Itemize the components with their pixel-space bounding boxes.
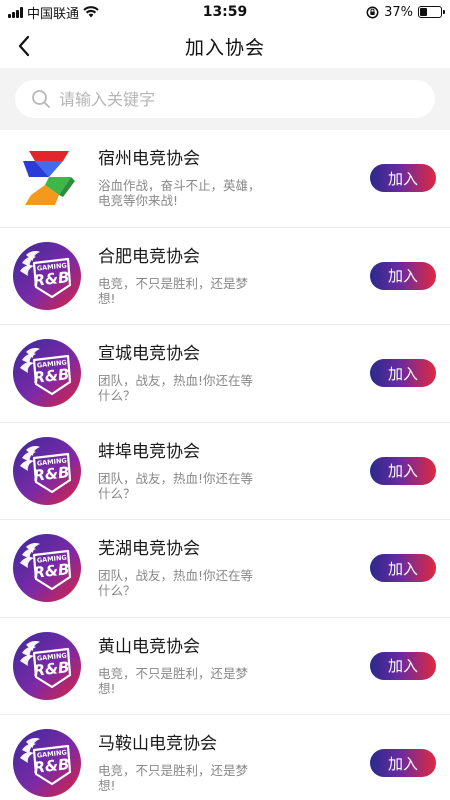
join-button[interactable]: 加入 [370,456,436,485]
association-name: 黄山电竞协会 [98,636,200,657]
carrier-label: 中国联通 [27,6,80,22]
rotation-lock-icon [366,6,379,18]
association-name: 宿州电竞协会 [98,149,200,170]
association-name: 合肥电竞协会 [98,246,200,267]
rb-gaming-logo-icon: GAMING R&B [12,728,82,798]
status-time: 13:59 [202,4,248,20]
chevron-left-icon [18,35,30,57]
svg-text:R&B: R&B [33,268,71,290]
svg-text:R&B: R&B [33,463,71,485]
join-button[interactable]: 加入 [370,651,436,680]
join-button[interactable]: 加入 [370,749,436,778]
list-item[interactable]: GAMING R&B 合肥电竞协会 电竞，不只是胜利，还是梦想! 加入 [0,228,450,325]
battery-icon [417,6,445,18]
navigation-bar: 加入协会 [0,24,450,68]
rb-gaming-logo-icon: GAMING R&B [12,241,82,311]
svg-text:R&B: R&B [33,560,71,582]
list-item[interactable]: GAMING R&B 芜湖电竞协会 团队，战友，热血!你还在等什么？ 加入 [0,520,450,618]
list-item[interactable]: GAMING R&B 黄山电竞协会 电竞，不只是胜利，还是梦想! 加入 [0,618,450,715]
join-button[interactable]: 加入 [370,261,436,290]
svg-text:R&B: R&B [33,365,71,387]
association-description: 电竞，不只是胜利，还是梦想! [98,665,249,696]
association-description: 浴血作战，奋斗不止，英雄，电竞等你来战! [98,178,261,209]
signal-icon [8,6,23,18]
suzhou-logo-icon [12,143,82,213]
list-item[interactable]: 宿州电竞协会 浴血作战，奋斗不止，英雄，电竞等你来战! 加入 [0,130,450,228]
battery-percent: 37% [384,4,413,20]
association-list: 宿州电竞协会 浴血作战，奋斗不止，英雄，电竞等你来战! 加入 GAMING R&… [0,130,450,800]
wifi-icon [83,6,99,18]
association-name: 马鞍山电竞协会 [98,734,217,755]
rb-gaming-logo-icon: GAMING R&B [12,533,82,603]
search-input[interactable] [59,89,419,109]
list-item[interactable]: GAMING R&B 马鞍山电竞协会 电竞，不只是胜利，还是梦想! 加入 [0,715,450,800]
rb-gaming-logo-icon: GAMING R&B [12,338,82,408]
association-name: 宣城电竞协会 [98,344,200,365]
list-item[interactable]: GAMING R&B 蚌埠电竞协会 团队，战友，热血!你还在等什么？ 加入 [0,423,450,520]
list-item[interactable]: GAMING R&B 宣城电竞协会 团队，战友，热血!你还在等什么？ 加入 [0,325,450,423]
search-section [0,68,450,130]
join-button[interactable]: 加入 [370,164,436,193]
rb-gaming-logo-icon: GAMING R&B [12,631,82,701]
association-description: 电竞，不只是胜利，还是梦想! [98,763,249,794]
page-title: 加入协会 [184,36,265,59]
join-button[interactable]: 加入 [370,359,436,388]
association-description: 团队，战友，热血!你还在等什么？ [98,470,254,501]
status-bar: 中国联通 13:59 37% [0,0,450,24]
association-description: 团队，战友，热血!你还在等什么？ [98,568,254,599]
association-name: 蚌埠电竞协会 [98,441,200,462]
svg-text:R&B: R&B [33,755,71,777]
join-button[interactable]: 加入 [370,554,436,583]
association-name: 芜湖电竞协会 [98,539,200,560]
association-description: 团队，战友，热血!你还在等什么？ [98,373,254,404]
back-button[interactable] [8,30,40,62]
rb-gaming-logo-icon: GAMING R&B [12,436,82,506]
search-bar[interactable] [15,80,435,118]
search-icon [32,90,50,108]
svg-text:R&B: R&B [33,658,71,680]
association-description: 电竞，不只是胜利，还是梦想! [98,275,249,306]
